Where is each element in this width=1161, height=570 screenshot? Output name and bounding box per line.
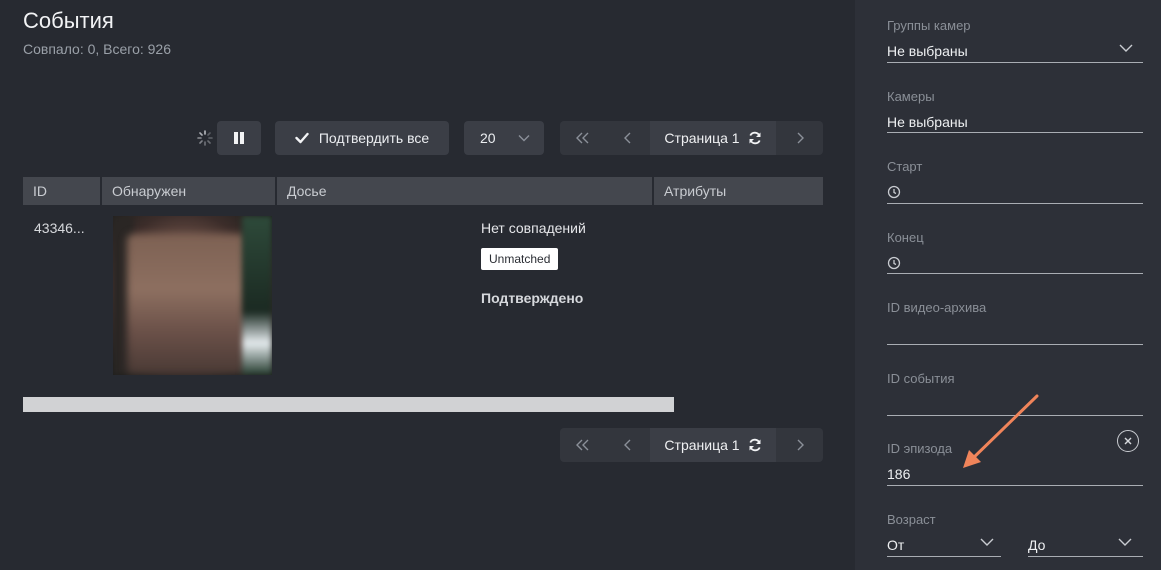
current-page-button[interactable]: Страница 1 — [650, 428, 776, 462]
loading-spinner-icon — [197, 130, 213, 146]
check-icon — [295, 132, 309, 144]
video-archive-id-input[interactable] — [887, 344, 1143, 345]
camera-groups-label: Группы камер — [887, 18, 971, 33]
match-count: Совпало: 0, Всего: 926 — [23, 41, 172, 57]
refresh-icon — [749, 131, 761, 145]
annotation-arrow-icon — [963, 394, 1039, 468]
refresh-icon — [749, 438, 761, 452]
chevron-down-icon[interactable] — [1119, 43, 1133, 53]
age-from-select[interactable]: От — [887, 537, 904, 553]
pagination-top: Страница 1 — [560, 121, 823, 155]
confirm-all-button[interactable]: Подтвердить все — [275, 121, 449, 155]
confirm-all-label: Подтвердить все — [318, 130, 430, 146]
chevron-down-icon — [518, 135, 530, 142]
pause-icon — [234, 132, 244, 144]
confirmation-status: Подтверждено — [481, 290, 584, 306]
episode-id-input[interactable]: 186 — [887, 466, 910, 482]
camera-groups-select[interactable]: Не выбраны — [887, 43, 968, 59]
chevron-right-icon — [797, 439, 804, 451]
chevron-down-icon[interactable] — [980, 537, 994, 547]
pagination-bottom: Страница 1 — [560, 428, 823, 462]
cameras-underline — [887, 132, 1143, 133]
event-id-cell[interactable]: 43346... — [34, 220, 85, 236]
age-to-underline — [1028, 556, 1143, 557]
events-main-panel: События Совпало: 0, Всего: 926 Подтверди… — [0, 0, 855, 570]
first-page-button[interactable] — [560, 428, 605, 462]
start-label: Старт — [887, 159, 923, 174]
column-header-attributes[interactable]: Атрибуты — [654, 177, 823, 205]
prev-page-button[interactable] — [605, 121, 650, 155]
double-chevron-left-icon — [575, 439, 588, 451]
current-page-button[interactable]: Страница 1 — [650, 121, 776, 155]
column-header-dossier[interactable]: Досье — [277, 177, 652, 205]
chevron-down-icon[interactable] — [1118, 537, 1132, 547]
table-header: ID Обнаружен Досье Атрибуты — [23, 177, 823, 205]
detected-face-thumbnail[interactable] — [113, 216, 272, 375]
video-archive-id-label: ID видео-архива — [887, 300, 987, 315]
age-to-select[interactable]: До — [1028, 537, 1045, 553]
page-title: События — [23, 8, 114, 33]
camera-groups-underline — [887, 62, 1143, 63]
clock-icon[interactable] — [887, 185, 901, 199]
chevron-left-icon — [623, 439, 630, 451]
end-input-underline[interactable] — [887, 273, 1143, 274]
cameras-select[interactable]: Не выбраны — [887, 114, 968, 130]
cameras-label: Камеры — [887, 89, 935, 104]
episode-id-label: ID эпизода — [887, 441, 953, 456]
unmatched-badge: Unmatched — [481, 248, 559, 270]
double-chevron-left-icon — [575, 132, 588, 144]
dossier-text: Нет совпадений — [481, 220, 586, 236]
next-page-button[interactable] — [776, 428, 823, 462]
horizontal-scrollbar[interactable] — [23, 397, 674, 412]
chevron-left-icon — [623, 132, 630, 144]
age-from-underline — [887, 556, 1001, 557]
close-icon — [1124, 437, 1132, 445]
per-page-value: 20 — [480, 130, 496, 146]
page-label: Страница 1 — [664, 130, 740, 146]
first-page-button[interactable] — [560, 121, 605, 155]
episode-id-underline — [887, 485, 1143, 486]
end-label: Конец — [887, 230, 924, 245]
pause-button[interactable] — [217, 121, 261, 155]
clear-episode-id-button[interactable] — [1117, 430, 1139, 452]
per-page-select[interactable]: 20 — [464, 121, 544, 155]
age-label: Возраст — [887, 512, 936, 527]
clock-icon[interactable] — [887, 256, 901, 270]
start-input-underline[interactable] — [887, 203, 1143, 204]
column-header-id[interactable]: ID — [23, 177, 100, 205]
event-id-label: ID события — [887, 371, 955, 386]
prev-page-button[interactable] — [605, 428, 650, 462]
chevron-right-icon — [797, 132, 804, 144]
page-label: Страница 1 — [664, 437, 740, 453]
next-page-button[interactable] — [776, 121, 823, 155]
column-header-detected[interactable]: Обнаружен — [102, 177, 275, 205]
